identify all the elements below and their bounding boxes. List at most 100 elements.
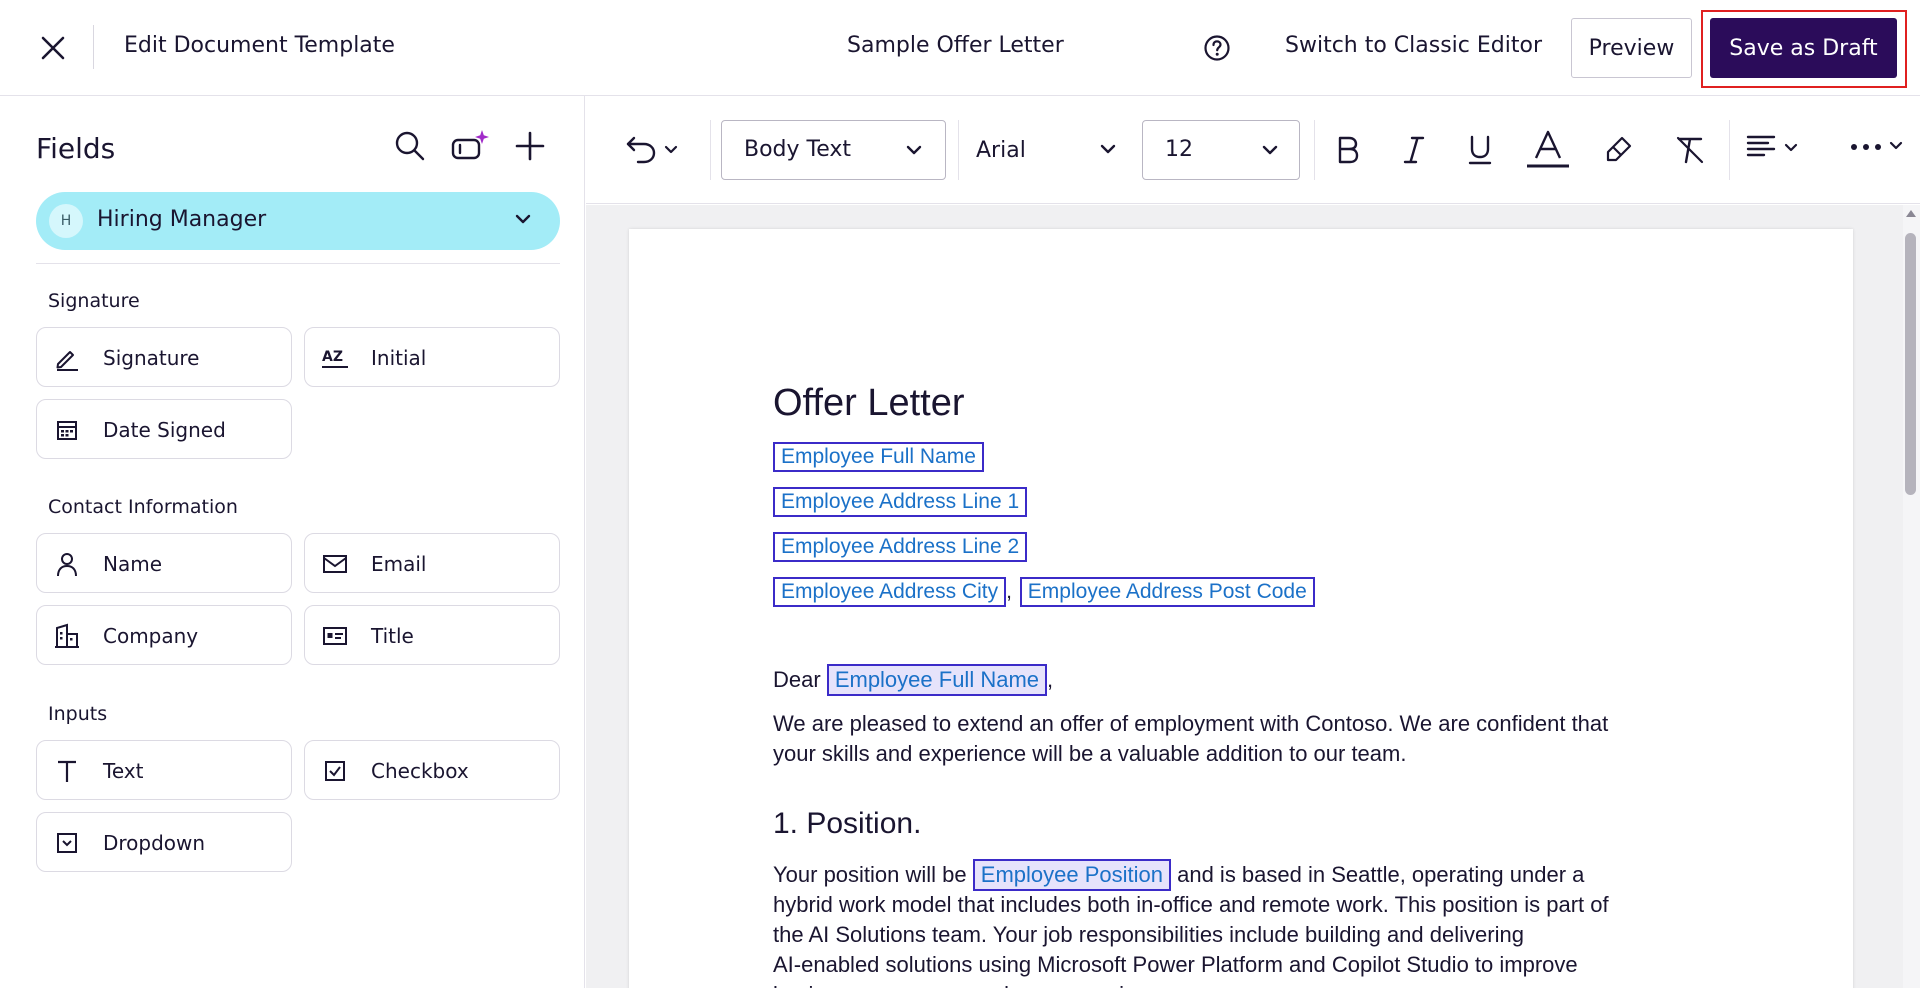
- recipient-avatar: H: [49, 204, 83, 238]
- comma-text: ,: [1047, 667, 1054, 692]
- token-line: Employee Address City, Employee Address …: [773, 577, 1315, 607]
- field-label: Email: [371, 552, 427, 576]
- body-line: the AI Solutions team. Your job responsi…: [773, 922, 1524, 947]
- field-token-address-line-2[interactable]: Employee Address Line 2: [773, 532, 1028, 562]
- section-label-inputs: Inputs: [48, 703, 108, 725]
- paragraph-style-select[interactable]: Body Text: [721, 120, 946, 180]
- search-icon[interactable]: [390, 126, 430, 166]
- switch-classic-editor-link[interactable]: Switch to Classic Editor: [1285, 33, 1542, 58]
- ai-field-icon[interactable]: [450, 126, 490, 166]
- comma-text: ,: [1006, 580, 1012, 603]
- document-page[interactable]: Offer Letter Employee Full Name Employee…: [629, 229, 1853, 988]
- align-button[interactable]: [1746, 132, 1800, 166]
- svg-text:AZ: AZ: [322, 349, 343, 365]
- field-label: Signature: [103, 346, 200, 370]
- field-label: Dropdown: [103, 831, 206, 855]
- text-color-icon[interactable]: [1524, 130, 1572, 170]
- italic-icon[interactable]: [1394, 130, 1434, 170]
- building-icon: [51, 620, 83, 652]
- bold-icon[interactable]: [1328, 130, 1368, 170]
- field-token-address-line-1[interactable]: Employee Address Line 1: [773, 487, 1028, 517]
- person-icon: [51, 548, 83, 580]
- field-email[interactable]: Email: [304, 533, 560, 593]
- font-size-value: 12: [1165, 137, 1193, 162]
- fields-title: Fields: [36, 132, 116, 165]
- toolbar-divider: [1314, 120, 1315, 180]
- envelope-icon: [319, 548, 351, 580]
- token-line: Employee Full Name: [773, 442, 984, 472]
- text-icon: [51, 755, 83, 787]
- field-signature[interactable]: Signature: [36, 327, 292, 387]
- align-left-icon: [1746, 132, 1776, 166]
- highlight-annotation: [1701, 10, 1907, 88]
- intro-line: your skills and experience will be a val…: [773, 741, 1407, 766]
- close-icon[interactable]: [33, 28, 73, 68]
- section-label-contact: Contact Information: [48, 496, 238, 518]
- field-date-signed[interactable]: Date Signed: [36, 399, 292, 459]
- top-bar: Edit Document Template Sample Offer Lett…: [0, 0, 1920, 96]
- preview-button[interactable]: Preview: [1571, 18, 1692, 78]
- clear-formatting-icon[interactable]: [1670, 130, 1710, 170]
- document-heading: Offer Letter: [773, 382, 965, 424]
- token-line: Employee Address Line 2: [773, 532, 1028, 562]
- field-token-position[interactable]: Employee Position: [972, 859, 1171, 891]
- field-label: Title: [371, 624, 414, 648]
- formatting-toolbar: Body Text Arial 12: [586, 96, 1920, 204]
- field-token-full-name[interactable]: Employee Full Name: [826, 664, 1047, 696]
- scroll-up-arrow-icon[interactable]: [1906, 210, 1916, 217]
- field-token-address-city[interactable]: Employee Address City: [773, 577, 1007, 607]
- field-company[interactable]: Company: [36, 605, 292, 665]
- document-title[interactable]: Sample Offer Letter: [847, 33, 1064, 58]
- help-icon[interactable]: [1200, 31, 1234, 65]
- body-line: business processes and user experiences.: [773, 980, 1189, 988]
- field-title[interactable]: Title: [304, 605, 560, 665]
- field-dropdown[interactable]: Dropdown: [36, 812, 292, 872]
- toolbar-divider: [958, 120, 959, 180]
- document-canvas: Offer Letter Employee Full Name Employee…: [586, 205, 1903, 988]
- initials-icon: AZ: [319, 342, 351, 374]
- undo-icon: [624, 132, 658, 170]
- header-divider: [93, 25, 94, 69]
- field-initial[interactable]: AZ Initial: [304, 327, 560, 387]
- dropdown-icon: [51, 827, 83, 859]
- chevron-down-icon: [1887, 136, 1905, 158]
- field-label: Checkbox: [371, 759, 469, 783]
- add-icon[interactable]: [510, 126, 550, 166]
- font-family-select[interactable]: Arial: [976, 120, 1141, 180]
- body-line: AI-enabled solutions using Microsoft Pow…: [773, 952, 1578, 977]
- more-options-button[interactable]: [1849, 136, 1905, 158]
- field-label: Company: [103, 624, 199, 648]
- field-token-full-name[interactable]: Employee Full Name: [773, 442, 984, 472]
- field-label: Name: [103, 552, 163, 576]
- token-line: Employee Address Line 1: [773, 487, 1028, 517]
- field-token-address-post-code[interactable]: Employee Address Post Code: [1019, 577, 1315, 607]
- chevron-down-icon: [1782, 138, 1800, 160]
- position-line: Your position will be Employee Position …: [773, 859, 1584, 891]
- position-suffix: and is based in Seattle, operating under…: [1177, 862, 1585, 887]
- field-label: Date Signed: [103, 418, 226, 442]
- chevron-down-icon: [662, 140, 680, 162]
- underline-icon[interactable]: [1460, 130, 1500, 170]
- app-title: Edit Document Template: [124, 33, 395, 58]
- greeting-line: Dear Employee Full Name,: [773, 664, 1053, 696]
- font-family-value: Arial: [976, 137, 1026, 163]
- recipient-name: Hiring Manager: [97, 207, 267, 232]
- chevron-down-icon: [512, 208, 534, 234]
- section-label-signature: Signature: [48, 290, 140, 312]
- checkbox-icon: [319, 755, 351, 787]
- field-text[interactable]: Text: [36, 740, 292, 800]
- pen-icon: [51, 342, 83, 374]
- calendar-icon: [51, 414, 83, 446]
- field-checkbox[interactable]: Checkbox: [304, 740, 560, 800]
- greeting-text: Dear: [773, 667, 821, 692]
- intro-line: We are pleased to extend an offer of emp…: [773, 711, 1609, 736]
- undo-button[interactable]: [624, 132, 680, 170]
- font-size-select[interactable]: 12: [1142, 120, 1300, 180]
- field-name[interactable]: Name: [36, 533, 292, 593]
- highlight-icon[interactable]: [1598, 130, 1638, 170]
- chevron-down-icon: [1097, 138, 1119, 164]
- chevron-down-icon: [903, 139, 925, 167]
- scrollbar-thumb[interactable]: [1905, 233, 1916, 495]
- paragraph-style-value: Body Text: [744, 137, 852, 162]
- recipient-selector[interactable]: H Hiring Manager: [36, 192, 560, 250]
